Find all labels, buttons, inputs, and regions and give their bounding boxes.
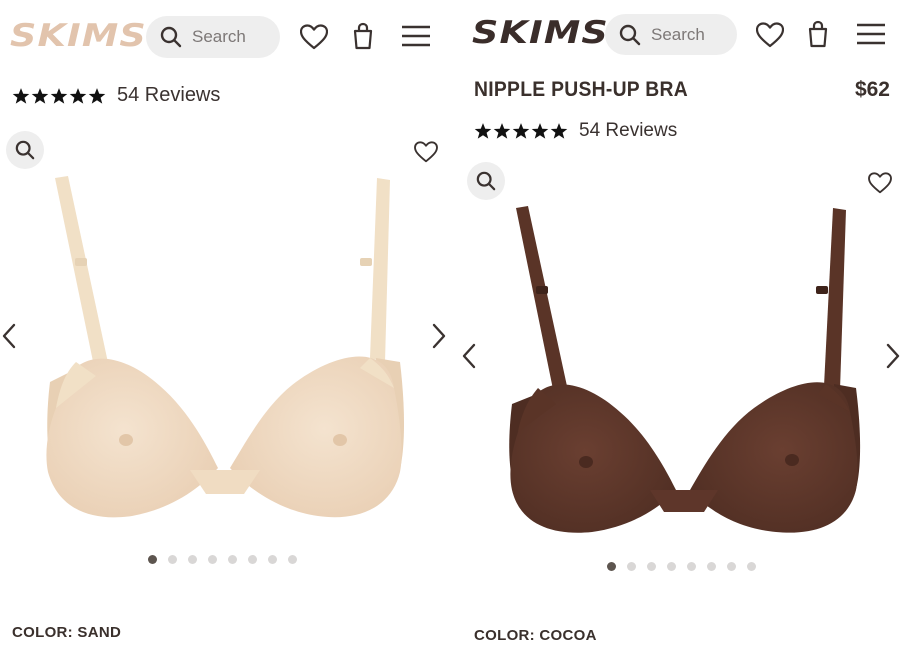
star-icon (493, 123, 511, 139)
rating-stars[interactable]: 54 Reviews (474, 120, 677, 142)
color-label: COLOR: SAND (12, 624, 122, 641)
color-label: COLOR: COCOA (474, 627, 597, 644)
divider (452, 0, 460, 663)
chevron-right-icon[interactable] (884, 342, 900, 370)
pagination-dot[interactable] (288, 555, 297, 564)
pagination-dot[interactable] (208, 555, 217, 564)
star-icon (550, 123, 568, 139)
search-icon (160, 26, 182, 48)
wishlist-heart-icon[interactable] (414, 141, 438, 163)
wishlist-heart-icon[interactable] (868, 172, 892, 194)
skims-logo[interactable]: SKIMS (472, 18, 609, 49)
pagination-dot[interactable] (248, 555, 257, 564)
search-icon (619, 24, 641, 45)
pagination-dot[interactable] (627, 562, 636, 571)
pagination-dot[interactable] (707, 562, 716, 571)
product-image-cocoa-bra[interactable] (506, 204, 868, 536)
pagination-dot[interactable] (687, 562, 696, 571)
pagination-dot[interactable] (747, 562, 756, 571)
chevron-left-icon[interactable] (0, 322, 18, 350)
hamburger-menu-icon[interactable] (856, 22, 886, 46)
product-screen-cocoa: SKIMS Search NIPPLE PUSH-UP BRA $62 54 R… (460, 0, 900, 663)
star-icon (474, 123, 492, 139)
zoom-button[interactable] (6, 131, 44, 169)
reviews-link[interactable]: 54 Reviews (579, 120, 677, 142)
star-icon (50, 87, 68, 104)
star-icon (531, 123, 549, 139)
heart-icon[interactable] (756, 22, 784, 48)
pagination-dot[interactable] (228, 555, 237, 564)
star-icon (512, 123, 530, 139)
zoom-icon (476, 171, 496, 191)
product-price: $62 (854, 78, 890, 101)
product-title: NIPPLE PUSH-UP BRA (474, 78, 688, 101)
search-placeholder: Search (651, 24, 705, 44)
pagination-dot[interactable] (148, 555, 157, 564)
product-image-sand-bra[interactable] (40, 172, 410, 524)
zoom-icon (15, 140, 35, 160)
star-icon (69, 87, 87, 104)
chevron-left-icon[interactable] (460, 342, 478, 370)
pagination-dot[interactable] (647, 562, 656, 571)
gallery-pagination[interactable] (607, 562, 767, 571)
product-screen-sand: SKIMS Search 54 Reviews COLOR: SAND (0, 0, 452, 663)
star-icon (31, 87, 49, 104)
pagination-dot[interactable] (268, 555, 277, 564)
skims-logo[interactable]: SKIMS (10, 21, 147, 52)
pagination-dot[interactable] (607, 562, 616, 571)
star-icon (12, 87, 30, 104)
pagination-dot[interactable] (188, 555, 197, 564)
search-bar[interactable]: Search (605, 14, 737, 55)
shopping-bag-icon[interactable] (352, 22, 374, 50)
pagination-dot[interactable] (168, 555, 177, 564)
heart-icon[interactable] (300, 24, 328, 50)
reviews-link[interactable]: 54 Reviews (117, 84, 220, 107)
hamburger-menu-icon[interactable] (401, 24, 431, 48)
gallery-pagination[interactable] (148, 555, 308, 564)
pagination-dot[interactable] (727, 562, 736, 571)
chevron-right-icon[interactable] (430, 322, 448, 350)
search-placeholder: Search (192, 27, 246, 46)
rating-stars[interactable]: 54 Reviews (12, 84, 220, 107)
pagination-dot[interactable] (667, 562, 676, 571)
zoom-button[interactable] (467, 162, 505, 200)
search-bar[interactable]: Search (146, 16, 280, 58)
shopping-bag-icon[interactable] (807, 20, 829, 48)
star-icon (88, 87, 106, 104)
